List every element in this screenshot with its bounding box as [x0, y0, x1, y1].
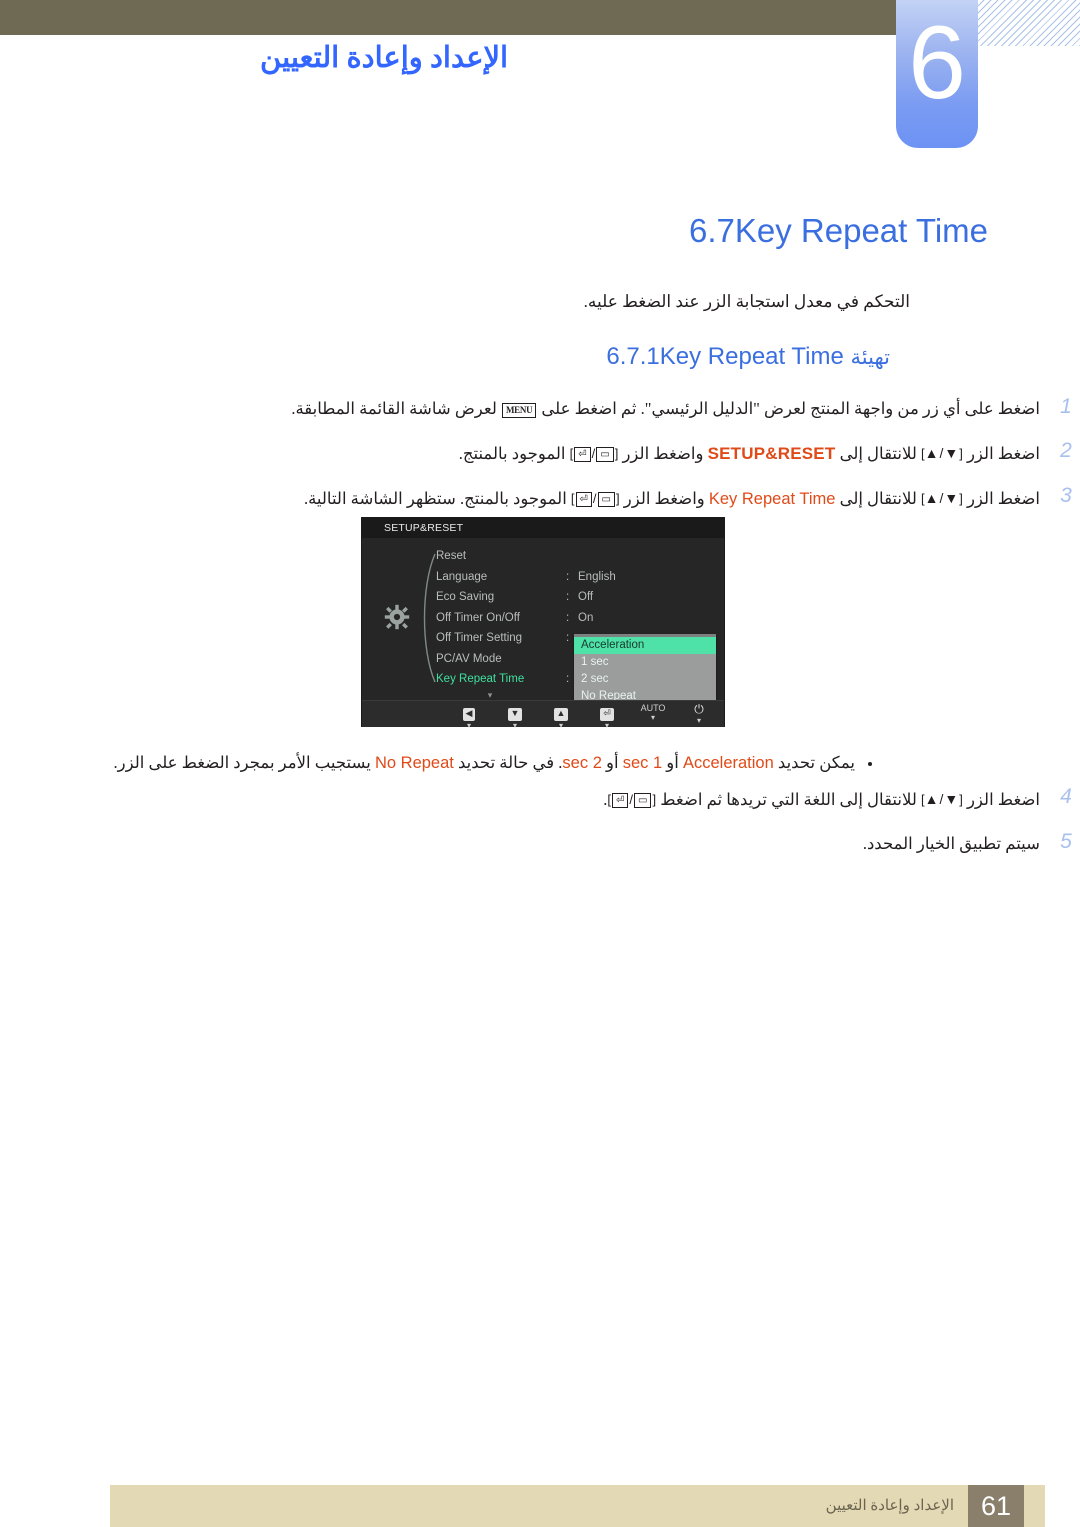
- step-number: 5: [1060, 830, 1072, 853]
- section-heading: 6.7Key Repeat Time: [0, 212, 1010, 250]
- osd-row-eco-saving[interactable]: Eco Saving : Off: [430, 587, 720, 608]
- step-item: 3 اضغط الزر [▲/▼] للانتقال إلى Key Repea…: [170, 484, 1080, 510]
- chapter-number-box: 6: [896, 0, 978, 148]
- osd-row-colon: :: [566, 673, 570, 685]
- step-text: اضغط الزر [▲/▼] للانتقال إلى SETUP&RESET…: [458, 444, 1040, 463]
- page-footer: الإعداد وإعادة التعيين 61: [0, 1447, 1080, 1527]
- note-bullet-item: يمكن تحديد Acceleration أو 1 sec أو 2 se…: [0, 753, 910, 773]
- auto-label: AUTO: [640, 703, 666, 713]
- subsection-title-latin: Key Repeat Time: [659, 343, 844, 370]
- steps-list-bottom: 4 اضغط الزر [▲/▼] للانتقال إلى اللغة الت…: [0, 785, 1080, 877]
- subsection-heading: 6.7.1 تهيئة Key Repeat Time: [0, 343, 910, 371]
- step-item: 2 اضغط الزر [▲/▼] للانتقال إلى SETUP&RES…: [170, 439, 1080, 465]
- down-arrow-button[interactable]: ▼ ▾: [500, 703, 530, 730]
- osd-row-colon: :: [566, 570, 570, 583]
- dropdown-option-acceleration[interactable]: Acceleration: [574, 637, 716, 654]
- osd-menu-title: SETUP&RESET: [362, 518, 724, 538]
- osd-row-language[interactable]: Language : English: [430, 567, 720, 588]
- button-tick-icon: ▾: [696, 716, 701, 725]
- button-tick-icon: ▾: [558, 721, 563, 730]
- osd-row-value: English: [578, 570, 616, 583]
- auto-button[interactable]: AUTO ▾: [638, 703, 668, 722]
- button-tick-icon: ▾: [650, 713, 655, 722]
- osd-row-colon: :: [566, 611, 570, 624]
- step-number: 1: [1060, 395, 1072, 418]
- button-tick-icon: ▾: [512, 721, 517, 730]
- menu-key-glyph: MENU: [501, 403, 537, 418]
- section-intro-text: التحكم في معدل استجابة الزر عند الضغط عل…: [583, 292, 910, 311]
- down-arrow-icon: ▼: [507, 708, 523, 721]
- step-number: 2: [1060, 439, 1072, 462]
- step-text: سيتم تطبيق الخيار المحدد.: [862, 834, 1040, 853]
- subsection-title-arabic: تهيئة: [850, 345, 890, 369]
- arrow-keys-glyph: [▲/▼]: [920, 791, 963, 807]
- section-title: Key Repeat Time: [734, 212, 988, 249]
- note-text: يمكن تحديد Acceleration أو 1 sec أو 2 se…: [113, 753, 855, 772]
- left-arrow-icon: ◀: [462, 708, 476, 721]
- power-button[interactable]: ⏻ ▾: [684, 702, 714, 726]
- osd-row-value: On: [578, 611, 594, 624]
- key-repeat-time-dropdown[interactable]: Acceleration 1 sec 2 sec No Repeat: [574, 634, 716, 707]
- subsection-number: 6.7.1: [606, 343, 660, 370]
- step-item: 1 اضغط على أي زر من واجهة المنتج لعرض "ا…: [170, 395, 1080, 420]
- osd-menu-body: Reset Language : English Eco Saving : Of…: [362, 538, 724, 707]
- arrow-keys-glyph: [▲/▼]: [920, 445, 963, 461]
- osd-row-label: PC/AV Mode: [436, 652, 502, 665]
- arrow-keys-glyph: [▲/▼]: [920, 490, 963, 506]
- osd-row-label: Off Timer On/Off: [436, 611, 520, 624]
- gear-icon: [384, 604, 410, 630]
- step-text: اضغط الزر [▲/▼] للانتقال إلى اللغة التي …: [603, 790, 1040, 809]
- enter-key-glyph: [⏎ / ▭]: [607, 792, 657, 808]
- footer-page-number: 61: [968, 1485, 1024, 1527]
- osd-row-colon: :: [566, 591, 570, 603]
- enter-button[interactable]: ⏎ ▾: [592, 703, 622, 730]
- osd-row-label: Language: [436, 570, 488, 583]
- power-icon: ⏻: [694, 702, 704, 716]
- one-sec-highlight: 1 sec: [622, 754, 663, 772]
- enter-key-glyph: [⏎ / ▭]: [570, 491, 620, 507]
- up-arrow-button[interactable]: ▲ ▾: [546, 703, 576, 730]
- enter-key-glyph: [⏎ / ▭]: [569, 446, 619, 462]
- button-tick-icon: ▾: [466, 721, 471, 730]
- osd-row-colon: :: [566, 632, 570, 644]
- up-arrow-icon: ▲: [553, 708, 569, 721]
- section-number: 6.7: [689, 212, 735, 249]
- dropdown-option-2-sec[interactable]: 2 sec: [574, 671, 716, 688]
- diagonal-hatch-decoration-icon: [978, 0, 1080, 46]
- header-olive-bar: [0, 0, 905, 35]
- osd-row-label: Off Timer Setting: [436, 632, 523, 644]
- osd-row-off-timer-on-off[interactable]: Off Timer On/Off : On: [430, 608, 720, 629]
- osd-row-value: Off: [578, 591, 594, 603]
- acceleration-highlight: Acceleration: [682, 754, 774, 772]
- osd-row-label: Eco Saving: [436, 591, 495, 603]
- footer-chapter-label: الإعداد وإعادة التعيين: [825, 1498, 954, 1514]
- setup-reset-highlight: SETUP&RESET: [707, 444, 836, 463]
- step-text: اضغط الزر [▲/▼] للانتقال إلى Key Repeat …: [303, 489, 1040, 508]
- osd-row-label: Key Repeat Time: [436, 673, 525, 685]
- osd-row-label: Reset: [436, 550, 467, 562]
- chapter-title: الإعداد وإعادة التعيين: [260, 42, 509, 74]
- step-number: 3: [1060, 484, 1072, 507]
- step-number: 4: [1060, 785, 1072, 808]
- dropdown-option-1-sec[interactable]: 1 sec: [574, 654, 716, 671]
- bullet-dot-icon: [868, 762, 872, 766]
- step-item: 4 اضغط الزر [▲/▼] للانتقال إلى اللغة الت…: [170, 785, 1080, 811]
- steps-list-top: 1 اضغط على أي زر من واجهة المنتج لعرض "ا…: [0, 395, 1080, 532]
- osd-button-bar: ◀ ▾ ▼ ▾ ▲ ▾ ⏎ ▾ AUTO ▾ ⏻ ▾: [362, 700, 724, 730]
- chapter-number: 6: [908, 5, 966, 121]
- step-item: 5 سيتم تطبيق الخيار المحدد.: [170, 830, 1080, 855]
- left-arrow-button[interactable]: ◀ ▾: [454, 703, 484, 730]
- osd-menu-screenshot: SETUP&RESET Reset Language: English Eco…: [362, 518, 724, 730]
- button-tick-icon: ▾: [604, 721, 609, 730]
- no-repeat-highlight: No Repeat: [374, 754, 454, 772]
- enter-icon: ⏎: [600, 708, 614, 721]
- key-repeat-time-highlight: Key Repeat Time: [708, 490, 836, 508]
- osd-row-reset[interactable]: Reset: [430, 546, 720, 567]
- step-text: اضغط على أي زر من واجهة المنتج لعرض "الد…: [291, 399, 1040, 418]
- two-sec-highlight: 2 sec: [562, 754, 602, 772]
- page-header: 6 الإعداد وإعادة التعيين: [0, 0, 1080, 155]
